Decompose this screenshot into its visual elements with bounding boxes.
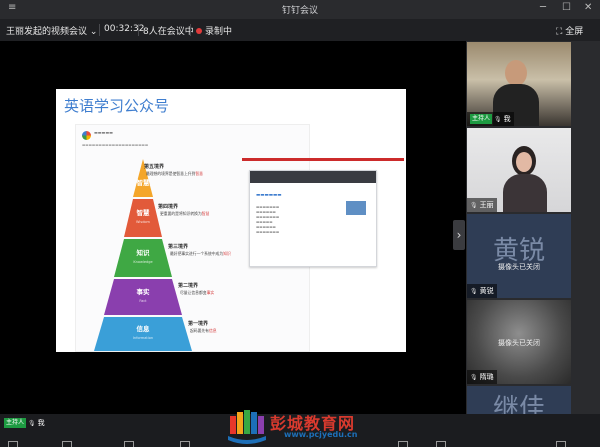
fullscreen-label: 全屏 — [565, 27, 584, 37]
leave-meeting-button[interactable] — [556, 441, 566, 447]
article-preview-window: ▬▬▬▬▬▬ ▬▬▬▬▬▬▬ ▬▬▬▬▬▬ ▬▬▬▬▬▬▬ ▬▬▬▬▬ ▬▬▬▬▬▬ ▬▬… — [249, 170, 377, 267]
preview-title-line: ▬▬▬▬▬▬ — [256, 193, 282, 198]
divider — [138, 24, 139, 36]
participant-video-face — [516, 152, 532, 172]
tier-5-label: 智慧 — [136, 179, 150, 187]
tier-4-sub: Wisdom — [136, 220, 150, 224]
fullscreen-icon: ⛶ — [556, 27, 563, 37]
participant-name: 隋璐 — [479, 373, 494, 381]
participant-name: 黄锐 — [479, 287, 494, 295]
divider — [99, 24, 100, 36]
watermark-url: www.pcjyedu.cn — [284, 430, 358, 439]
participant-video-body — [503, 174, 547, 212]
more-button[interactable] — [436, 441, 446, 447]
level-2-heading: 第二境界 — [178, 283, 199, 289]
site-watermark: 彭城教育网 www.pcjyedu.cn — [222, 408, 392, 447]
recording-text: 录制中 — [205, 27, 233, 37]
level-1-heading: 第一境界 — [188, 321, 209, 327]
participant-tile-me[interactable]: 主持人 🎙 我 — [467, 42, 571, 126]
shared-screen-area[interactable]: 英语学习公众号 ▬▬▬▬▬ ▬▬▬▬▬▬▬▬▬▬▬▬▬▬▬▬▬▬▬▬ 智慧 智慧… — [0, 41, 466, 414]
tier-1-label: 信息 — [136, 325, 150, 333]
self-name: 我 — [37, 419, 45, 427]
camera-toggle-button[interactable] — [62, 441, 72, 447]
window-titlebar: 钉钉会议 ≡ ─ ☐ ✕ — [0, 0, 600, 19]
chat-button[interactable] — [398, 441, 408, 447]
close-icon[interactable]: ✕ — [584, 2, 592, 13]
fullscreen-button[interactable]: ⛶ 全屏 — [556, 24, 583, 37]
window-title: 钉钉会议 — [281, 6, 318, 16]
recording-status[interactable]: 录制中 — [196, 24, 232, 37]
participant-name-tag: 🎙 隋璐 — [467, 370, 497, 384]
preview-text-lines: ▬▬▬▬▬▬▬ ▬▬▬▬▬▬ ▬▬▬▬▬▬▬ ▬▬▬▬▬ ▬▬▬▬▬▬ ▬▬▬▬▬▬▬ — [256, 205, 280, 234]
mic-icon: 🎙 — [470, 288, 478, 295]
camera-off-big-name: 继佳 — [492, 394, 545, 414]
participant-count[interactable]: 8人在会议中 — [143, 24, 194, 37]
level-1-desc: 起码要先有信息 — [190, 328, 217, 333]
divider — [190, 24, 191, 36]
host-badge: 主持人 — [4, 418, 27, 428]
account-name-line: ▬▬▬▬▬ — [94, 130, 113, 135]
meeting-name[interactable]: 王丽发起的视频会议 ⌄ — [6, 24, 97, 37]
minimize-icon[interactable]: ─ — [540, 2, 546, 13]
participant-name: 我 — [503, 115, 511, 123]
account-logo-icon — [82, 131, 91, 140]
level-2-desc: 尽量让信息都变事实 — [180, 290, 215, 295]
participants-button[interactable] — [180, 441, 190, 447]
meeting-infobar: 王丽发起的视频会议 ⌄ 00:32:32 8人在会议中 录制中 ⛶ 全屏 — [0, 19, 600, 41]
mic-icon: 🎙 — [470, 374, 478, 381]
participant-tile-wangli[interactable]: 🎙 王丽 — [467, 128, 571, 212]
participant-name-tag: 主持人 🎙 我 — [467, 112, 514, 126]
preview-image — [346, 201, 366, 215]
mic-icon: 🎙 — [28, 420, 36, 427]
shared-slide: 英语学习公众号 ▬▬▬▬▬ ▬▬▬▬▬▬▬▬▬▬▬▬▬▬▬▬▬▬▬▬ 智慧 智慧… — [56, 89, 406, 352]
participant-tile-suilu[interactable]: 摄像头已关闭 🎙 隋璐 — [467, 300, 571, 384]
level-4-heading: 第四境界 — [158, 204, 179, 210]
level-3-heading: 第三境界 — [168, 244, 189, 250]
app-menu-icon[interactable]: ≡ — [8, 2, 16, 13]
chevron-down-icon: ⌄ — [89, 27, 98, 37]
share-screen-button[interactable] — [124, 441, 134, 447]
tier-3-sub: Knowledge — [133, 260, 153, 264]
tier-1-sub: Information — [132, 336, 154, 340]
participant-name-tag: 🎙 黄锐 — [467, 284, 497, 298]
meeting-name-text: 王丽发起的视频会议 — [6, 27, 88, 37]
slide-title: 英语学习公众号 — [64, 97, 170, 115]
camera-off-text: 摄像头已关闭 — [498, 339, 540, 347]
accent-bar — [242, 158, 404, 161]
participant-tile-huangrui[interactable]: 黄锐 摄像头已关闭 🎙 黄锐 — [467, 214, 571, 298]
tagline-line: ▬▬▬▬▬▬▬▬▬▬▬▬▬▬▬▬▬▬▬▬ — [82, 143, 149, 147]
participant-tile-jijia[interactable]: 继佳 — [467, 386, 571, 414]
level-3-desc: 最好把事实进行一个系统中成为知识 — [170, 251, 231, 256]
participant-video-face — [505, 60, 527, 86]
expand-arrow-icon[interactable]: › — [453, 220, 465, 250]
self-name-tag: 主持人 🎙 我 — [4, 418, 45, 428]
participant-name: 王丽 — [479, 201, 494, 209]
host-badge: 主持人 — [470, 114, 493, 124]
book-logo-icon — [228, 410, 266, 444]
tier-2-sub: Fact — [139, 299, 147, 303]
camera-off-text: 摄像头已关闭 — [498, 263, 540, 271]
participant-sidebar[interactable]: 主持人 🎙 我 🎙 王丽 黄锐 摄像头已关闭 🎙 黄锐 摄像头已关闭 🎙 隋璐 继佳 — [466, 41, 600, 414]
participant-name-tag: 🎙 王丽 — [467, 198, 497, 212]
preview-header — [250, 171, 376, 183]
level-5-heading: 第五境界 — [144, 164, 165, 170]
level-5-desc: 最理想的境界是使智慧上升到智慧 — [146, 171, 203, 176]
level-4-desc: 更重要的是将知识转换为智慧 — [160, 211, 210, 216]
mic-icon: 🎙 — [494, 116, 502, 123]
record-dot-icon — [196, 28, 202, 34]
mic-icon: 🎙 — [470, 202, 478, 209]
maximize-icon[interactable]: ☐ — [562, 2, 571, 13]
mic-toggle-button[interactable] — [8, 441, 18, 447]
